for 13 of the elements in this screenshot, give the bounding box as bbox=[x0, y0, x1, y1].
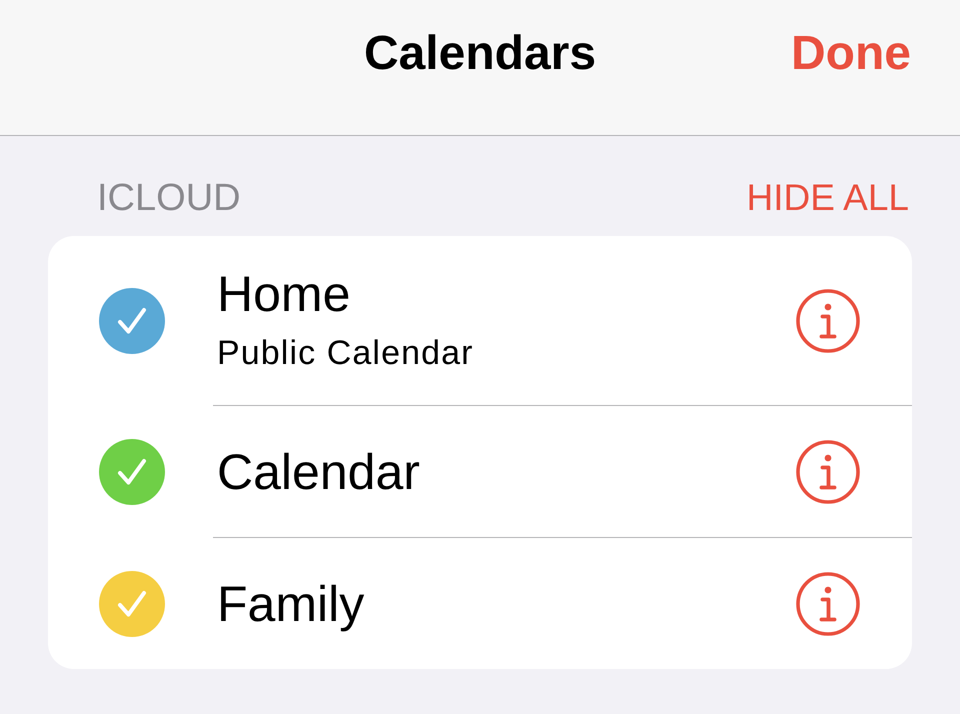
info-icon[interactable] bbox=[796, 440, 860, 504]
section-header: ICLOUD bbox=[97, 176, 241, 220]
info-icon[interactable] bbox=[796, 288, 860, 352]
hide-all-button[interactable]: HIDE ALL bbox=[746, 176, 909, 220]
calendar-name: Home bbox=[217, 268, 352, 318]
checkmark-circle-icon[interactable] bbox=[99, 438, 165, 504]
calendar-name: Calendar bbox=[217, 446, 421, 496]
checkmark-circle-icon[interactable] bbox=[99, 288, 165, 354]
checkmark-circle-icon[interactable] bbox=[99, 570, 165, 636]
calendar-subtitle: Public Calendar bbox=[217, 332, 475, 372]
info-icon[interactable] bbox=[796, 572, 860, 636]
screen-title: Calendars bbox=[364, 26, 596, 82]
done-button[interactable]: Done bbox=[791, 26, 911, 82]
